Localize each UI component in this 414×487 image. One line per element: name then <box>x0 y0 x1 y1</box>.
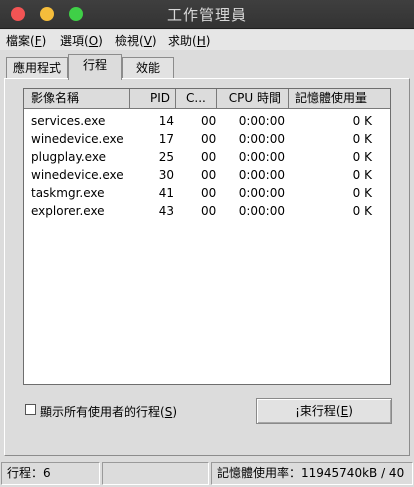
table-row[interactable]: winedevice.exe 17 00 0:00:00 0 K <box>24 130 390 148</box>
tab-performance[interactable]: 效能 <box>122 57 174 79</box>
image-name: taskmgr.exe <box>31 186 105 200</box>
show-all-users-checkbox[interactable] <box>25 404 36 415</box>
cpu-time: 0:00:00 <box>238 114 285 128</box>
cpu-time: 0:00:00 <box>238 150 285 164</box>
status-memory-usage: 記憶體使用率：11945740kB / 40 <box>211 462 413 485</box>
cpu: 00 <box>201 204 217 218</box>
title-bar[interactable]: 工作管理員 <box>0 0 414 29</box>
pid: 25 <box>158 150 174 164</box>
cpu-time: 0:00:00 <box>238 186 285 200</box>
menu-help[interactable]: 求助(H) <box>168 32 210 49</box>
memory: 0 K <box>352 168 372 182</box>
cpu-time: 0:00:00 <box>238 204 285 218</box>
table-row[interactable]: winedevice.exe 30 00 0:00:00 0 K <box>24 166 390 184</box>
menu-view[interactable]: 檢視(V) <box>115 32 157 49</box>
image-name: plugplay.exe <box>31 150 106 164</box>
table-row[interactable]: explorer.exe 43 00 0:00:00 0 K <box>24 202 390 220</box>
cpu: 00 <box>201 186 217 200</box>
cpu-time: 0:00:00 <box>238 168 285 182</box>
pid: 43 <box>158 204 174 218</box>
status-cpu-usage <box>102 462 209 485</box>
menu-file[interactable]: 檔案(F) <box>6 32 46 49</box>
cpu-time: 0:00:00 <box>238 132 285 146</box>
task-manager-window: 工作管理員 檔案(F) 選項(O) 檢視(V) 求助(H) 應用程式 行程 效能… <box>0 0 414 487</box>
image-name: winedevice.exe <box>31 168 124 182</box>
tab-applications[interactable]: 應用程式 <box>6 57 68 79</box>
cpu: 00 <box>201 150 217 164</box>
pid: 41 <box>158 186 174 200</box>
column-header-cpu-time[interactable]: CPU 時間 <box>217 89 289 109</box>
memory: 0 K <box>352 114 372 128</box>
table-row[interactable]: plugplay.exe 25 00 0:00:00 0 K <box>24 148 390 166</box>
image-name: explorer.exe <box>31 204 105 218</box>
tab-processes[interactable]: 行程 <box>68 54 122 80</box>
memory: 0 K <box>352 132 372 146</box>
menu-bar: 檔案(F) 選項(O) 檢視(V) 求助(H) <box>0 30 414 50</box>
image-name: services.exe <box>31 114 106 128</box>
pid: 30 <box>158 168 174 182</box>
table-row[interactable]: services.exe 14 00 0:00:00 0 K <box>24 112 390 130</box>
column-header-pid[interactable]: PID <box>130 89 176 109</box>
column-header-memory[interactable]: 記憶體使用量 <box>289 89 390 109</box>
memory: 0 K <box>352 186 372 200</box>
cpu: 00 <box>201 114 217 128</box>
table-row[interactable]: taskmgr.exe 41 00 0:00:00 0 K <box>24 184 390 202</box>
end-process-button[interactable]: ¡束行程(E) <box>256 398 392 424</box>
memory: 0 K <box>352 204 372 218</box>
memory: 0 K <box>352 150 372 164</box>
column-header-image-name[interactable]: 影像名稱 <box>24 89 130 109</box>
menu-options[interactable]: 選項(O) <box>60 32 103 49</box>
pid: 14 <box>158 114 174 128</box>
cpu: 00 <box>201 132 217 146</box>
pid: 17 <box>158 132 174 146</box>
show-all-users-label[interactable]: 顯示所有使用者的行程(S) <box>40 403 177 420</box>
cpu: 00 <box>201 168 217 182</box>
image-name: winedevice.exe <box>31 132 124 146</box>
process-list[interactable]: 影像名稱 PID C... CPU 時間 記憶體使用量 services.exe… <box>23 88 391 385</box>
status-process-count: 行程：6 <box>1 462 100 485</box>
window-title: 工作管理員 <box>166 6 247 24</box>
column-header-cpu[interactable]: C... <box>176 89 217 109</box>
